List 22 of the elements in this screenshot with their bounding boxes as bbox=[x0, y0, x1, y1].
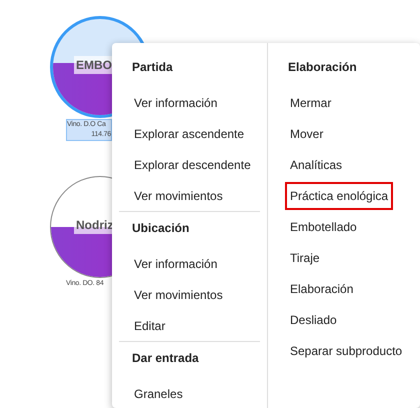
menu-item[interactable]: Desliado bbox=[285, 306, 342, 334]
section-heading: Elaboración bbox=[287, 59, 358, 76]
menu-item[interactable]: Elaboración bbox=[285, 274, 358, 302]
menu-item[interactable]: Mermar bbox=[285, 88, 336, 116]
menu-item[interactable]: Editar bbox=[129, 312, 170, 340]
menu-item[interactable]: Explorar ascendente bbox=[129, 120, 250, 148]
section-heading: Dar entrada bbox=[131, 350, 200, 367]
menu-item[interactable]: Embotellado bbox=[285, 212, 362, 240]
menu-item[interactable]: Ver movimientos bbox=[129, 182, 228, 210]
menu-item[interactable]: Ver información bbox=[129, 250, 222, 278]
menu-item[interactable]: Ver movimientos bbox=[129, 280, 228, 308]
menu-item[interactable]: Graneles bbox=[129, 380, 188, 408]
menu-item[interactable]: Mover bbox=[285, 120, 328, 148]
menu-item[interactable]: Ver información bbox=[129, 88, 222, 116]
menu-item[interactable]: Práctica enológica bbox=[285, 182, 394, 210]
section-heading: Ubicación bbox=[131, 220, 190, 237]
tank-name: EMBO bbox=[74, 56, 114, 74]
menu-item[interactable]: Explorar descendente bbox=[129, 150, 256, 178]
menu-item[interactable]: Analíticas bbox=[285, 150, 348, 178]
menu-item[interactable]: Separar subproducto bbox=[285, 336, 408, 364]
menu-item[interactable]: Tiraje bbox=[285, 244, 325, 272]
section-heading: Partida bbox=[131, 59, 174, 76]
